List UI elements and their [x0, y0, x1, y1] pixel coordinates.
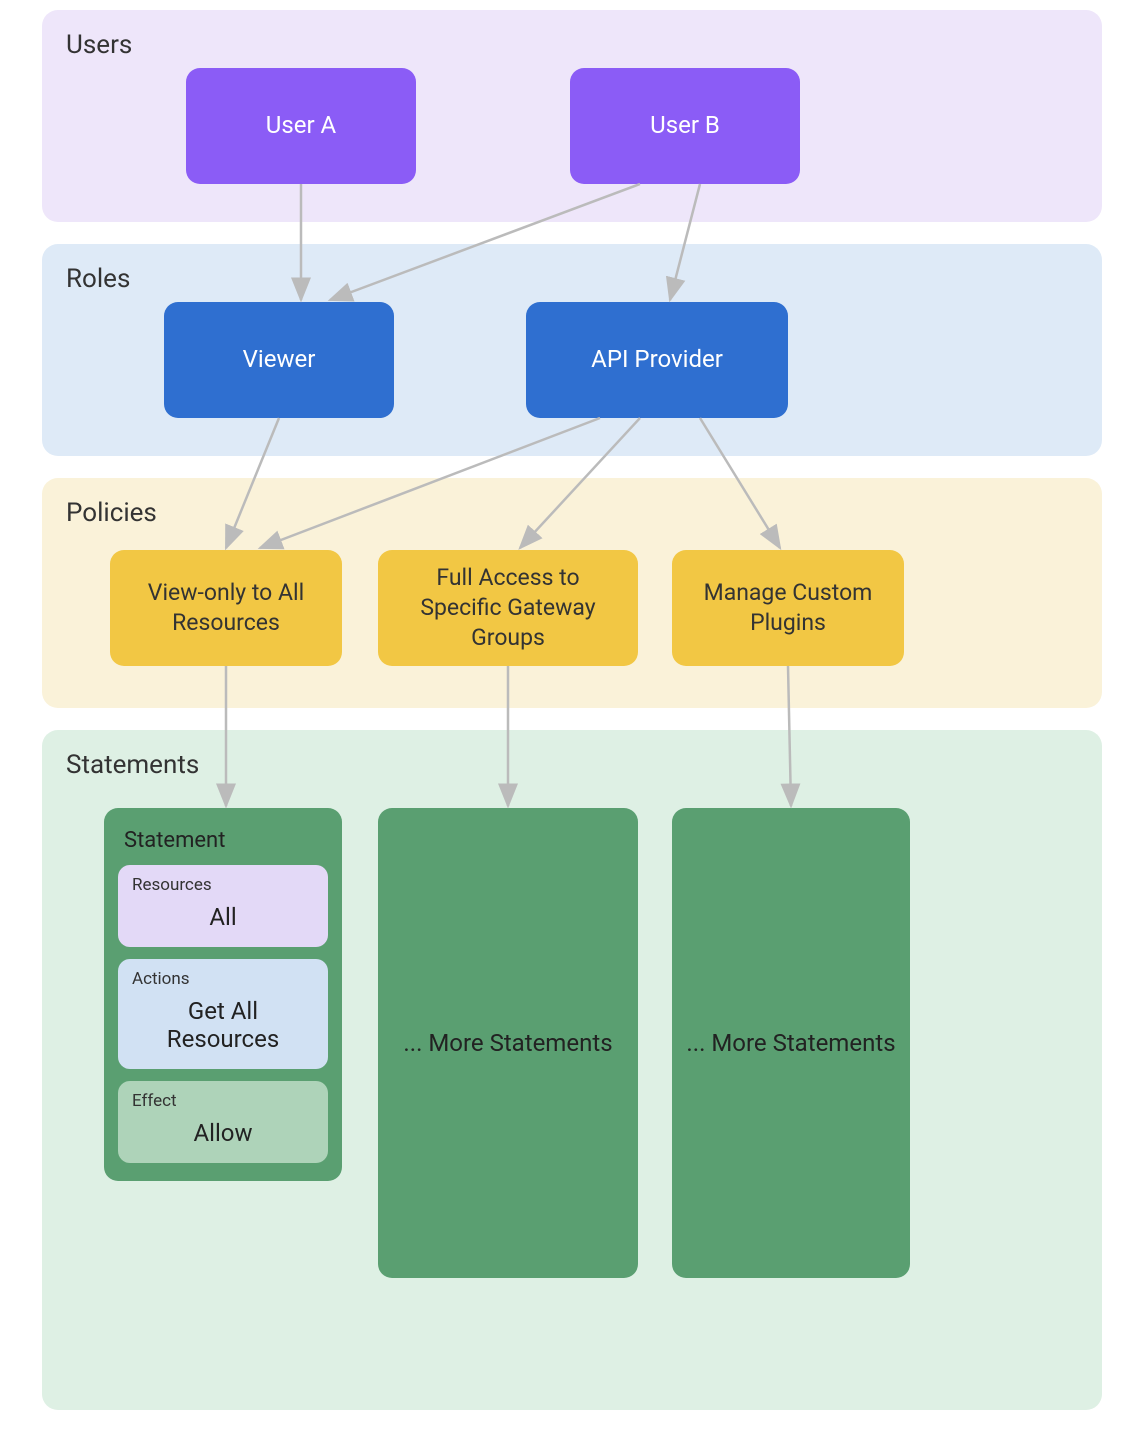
node-role-api-provider: API Provider [526, 302, 788, 418]
statement-resources-card: Resources All [118, 865, 328, 947]
node-user-b: User B [570, 68, 800, 184]
statement-actions-label: Actions [132, 969, 314, 989]
node-policy-manage-plugins: Manage Custom Plugins [672, 550, 904, 666]
section-users-title: Users [66, 30, 1078, 60]
node-policy-view-only-label: View-only to All Resources [128, 578, 324, 638]
section-policies-title: Policies [66, 498, 1078, 528]
node-policy-manage-plugins-label: Manage Custom Plugins [690, 578, 886, 638]
more-statements-2: ... More Statements [672, 808, 910, 1278]
statement-actions-card: Actions Get All Resources [118, 959, 328, 1069]
section-statements-title: Statements [66, 750, 1078, 780]
statement-effect-label: Effect [132, 1091, 314, 1111]
statement-effect-card: Effect Allow [118, 1081, 328, 1163]
node-policy-view-only: View-only to All Resources [110, 550, 342, 666]
more-statements-1: ... More Statements [378, 808, 638, 1278]
statement-effect-value: Allow [132, 1119, 314, 1147]
statement-resources-label: Resources [132, 875, 314, 895]
statement-card-title: Statement [124, 828, 328, 853]
node-role-viewer: Viewer [164, 302, 394, 418]
node-role-api-provider-label: API Provider [591, 344, 723, 375]
node-policy-full-access-label: Full Access to Specific Gateway Groups [396, 563, 620, 653]
node-role-viewer-label: Viewer [243, 344, 316, 375]
statement-actions-value: Get All Resources [132, 997, 314, 1053]
more-statements-2-label: ... More Statements [686, 1029, 895, 1057]
node-user-a: User A [186, 68, 416, 184]
statement-card: Statement Resources All Actions Get All … [104, 808, 342, 1181]
node-policy-full-access: Full Access to Specific Gateway Groups [378, 550, 638, 666]
section-roles-title: Roles [66, 264, 1078, 294]
node-user-a-label: User A [266, 110, 336, 141]
node-user-b-label: User B [650, 110, 720, 141]
statement-resources-value: All [132, 903, 314, 931]
more-statements-1-label: ... More Statements [403, 1029, 612, 1057]
